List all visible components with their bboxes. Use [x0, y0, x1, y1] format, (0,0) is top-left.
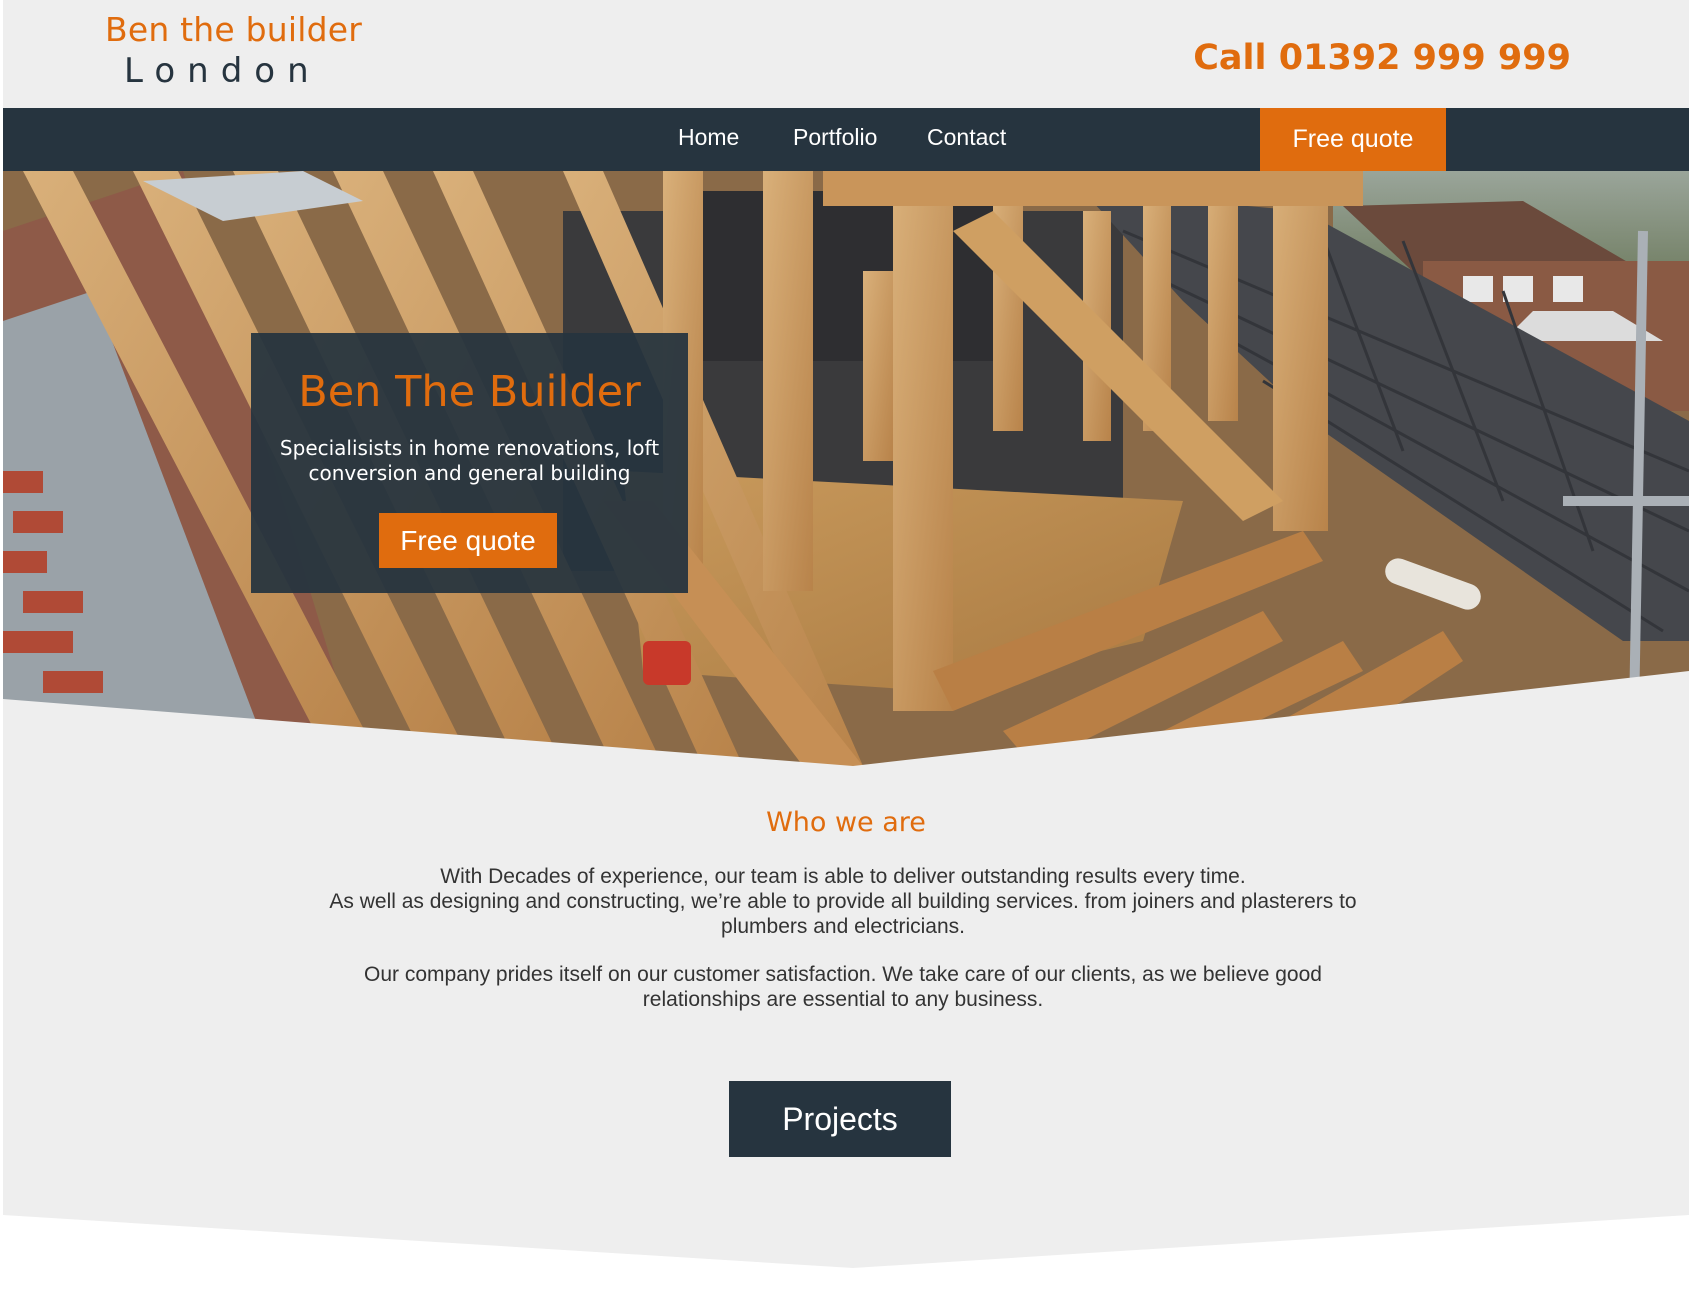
nav-free-quote-button[interactable]: Free quote — [1260, 108, 1446, 171]
hero-section: Ben The Builder Specialisists in home re… — [3, 171, 1689, 766]
site-header: Ben the builder London Call 01392 999 99… — [3, 0, 1689, 108]
nav-item-home[interactable]: Home — [678, 124, 739, 151]
about-paragraph-2: Our company prides itself on our custome… — [364, 963, 1322, 1011]
bottom-wave-divider — [3, 1215, 1689, 1295]
hero-subtitle: Specialisists in home renovations, loft … — [279, 436, 660, 485]
section-title-who-we-are: Who we are — [766, 807, 926, 838]
hero-free-quote-button[interactable]: Free quote — [379, 513, 557, 568]
projects-button[interactable]: Projects — [729, 1081, 951, 1157]
page: Ben the builder London Call 01392 999 99… — [3, 0, 1689, 1295]
nav-item-contact[interactable]: Contact — [927, 124, 1006, 151]
main-nav: Home Portfolio Contact Free quote — [3, 108, 1689, 171]
nav-item-portfolio[interactable]: Portfolio — [793, 124, 877, 151]
about-paragraph-1: With Decades of experience, our team is … — [323, 864, 1363, 939]
hero-title: Ben The Builder — [298, 367, 641, 417]
logo-title[interactable]: Ben the builder — [105, 10, 362, 49]
hero-card: Ben The Builder Specialisists in home re… — [251, 333, 688, 593]
about-paragraph-1-text: With Decades of experience, our team is … — [329, 865, 1357, 938]
logo-location[interactable]: London — [124, 51, 321, 91]
phone-number[interactable]: Call 01392 999 999 — [1193, 38, 1571, 78]
